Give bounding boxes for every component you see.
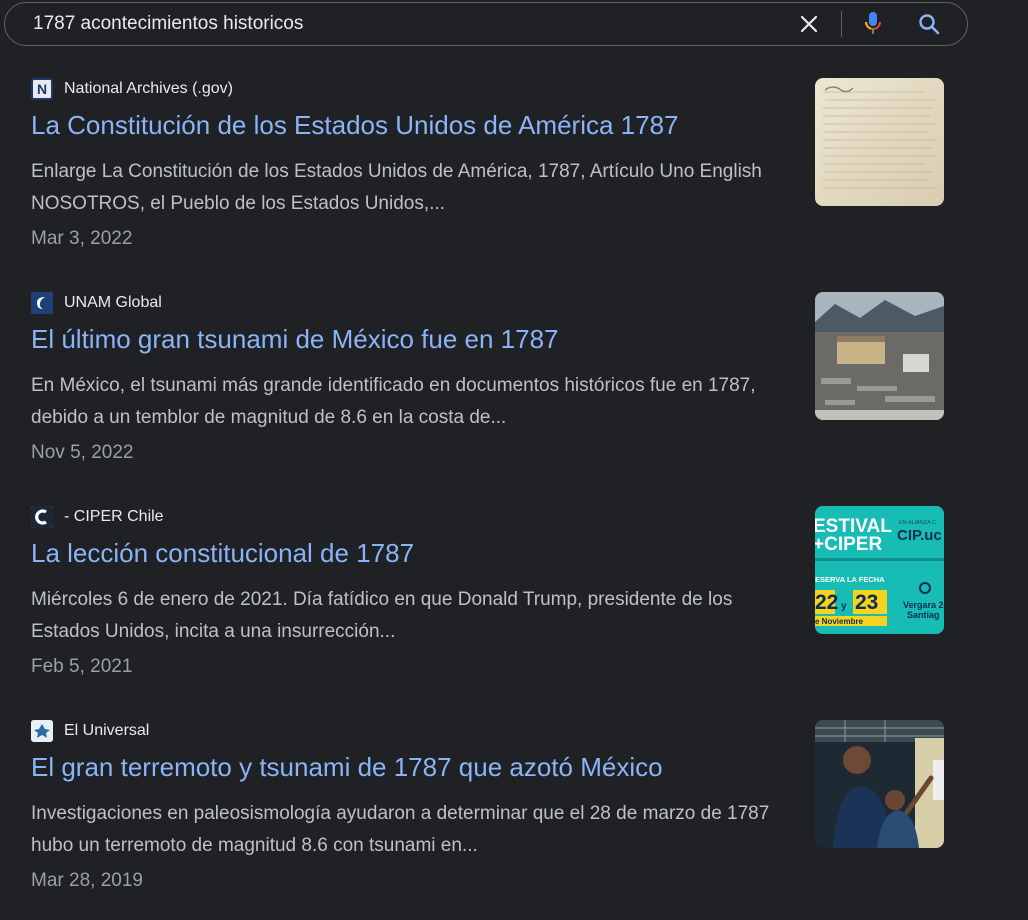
poster-month: e Noviembre <box>815 617 864 626</box>
result-source-name: El Universal <box>64 722 150 739</box>
poster-alliance: EN ALIANZA C <box>899 520 936 526</box>
festival-poster-image: ESTIVAL +CIPER EN ALIANZA C CIP.uc ESERV… <box>815 506 944 634</box>
clear-search-button[interactable] <box>791 3 827 45</box>
tsunami-damage-image <box>815 292 944 420</box>
poster-title-line2: +CIPER <box>815 534 882 555</box>
result-title-link[interactable]: El gran terremoto y tsunami de 1787 que … <box>31 752 663 783</box>
el-universal-logo-icon <box>31 720 53 742</box>
poster-city: Santiag <box>907 610 940 620</box>
poster-day1: 22 <box>815 591 838 614</box>
result-title-link[interactable]: La Constitución de los Estados Unidos de… <box>31 110 679 141</box>
el-universal-favicon-icon <box>31 720 53 742</box>
search-header <box>0 0 1028 60</box>
result-thumbnail-parchment[interactable] <box>815 78 944 206</box>
close-icon <box>800 15 818 33</box>
result-snippet: Enlarge La Constitución de los Estados U… <box>31 161 762 214</box>
result-title-link[interactable]: El último gran tsunami de México fue en … <box>31 324 559 355</box>
search-result: UNAM Global El último gran tsunami de Mé… <box>31 292 944 492</box>
result-source[interactable]: - CIPER Chile <box>31 506 164 528</box>
result-title-link[interactable]: La lección constitucional de 1787 <box>31 538 414 569</box>
result-thumbnail-tsunami[interactable] <box>815 292 944 420</box>
poster-venue: Vergara 24 <box>903 600 944 610</box>
result-date: Mar 28, 2019 <box>31 870 143 891</box>
search-results: N National Archives (.gov) La Constituci… <box>0 60 1028 891</box>
search-result: N National Archives (.gov) La Constituci… <box>31 78 944 278</box>
voice-search-button[interactable] <box>855 3 891 45</box>
parchment-image <box>823 86 935 189</box>
result-date: Mar 3, 2022 <box>31 228 133 249</box>
unam-global-favicon-icon <box>31 292 53 314</box>
researchers-image <box>815 720 944 848</box>
result-snippet: Miércoles 6 de enero de 2021. Día fatídi… <box>31 589 733 642</box>
result-source[interactable]: UNAM Global <box>31 292 162 314</box>
search-box[interactable] <box>4 2 968 46</box>
result-source-name: - CIPER Chile <box>64 508 164 525</box>
result-snippet: Investigaciones en paleosismología ayuda… <box>31 803 770 856</box>
search-result: El Universal El gran terremoto y tsunami… <box>31 720 944 920</box>
search-input[interactable] <box>33 3 773 45</box>
search-icon <box>919 14 940 35</box>
result-snippet: En México, el tsunami más grande identif… <box>31 375 756 428</box>
result-thumbnail-researchers[interactable] <box>815 720 944 848</box>
search-result: - CIPER Chile La lección constitucional … <box>31 506 944 706</box>
search-button[interactable] <box>911 3 947 45</box>
result-source[interactable]: El Universal <box>31 720 149 742</box>
microphone-icon <box>865 12 881 34</box>
result-source-name: UNAM Global <box>64 294 162 311</box>
unam-logo-icon <box>31 292 53 314</box>
poster-reserve: ESERVA LA FECHA <box>815 575 885 584</box>
result-thumbnail-festival[interactable]: ESTIVAL +CIPER EN ALIANZA C CIP.uc ESERV… <box>815 506 944 634</box>
poster-brand: CIP.uc <box>897 527 942 544</box>
result-source[interactable]: N National Archives (.gov) <box>31 78 233 100</box>
ciper-logo-icon <box>31 506 53 528</box>
result-date: Nov 5, 2022 <box>31 442 134 463</box>
result-date: Feb 5, 2021 <box>31 656 133 677</box>
poster-day2: 23 <box>855 591 878 614</box>
result-source-name: National Archives (.gov) <box>64 80 233 97</box>
poster-and: y <box>841 601 847 612</box>
ciper-favicon-icon <box>31 506 53 528</box>
national-archives-favicon-icon: N <box>31 78 53 100</box>
search-divider <box>841 11 842 37</box>
